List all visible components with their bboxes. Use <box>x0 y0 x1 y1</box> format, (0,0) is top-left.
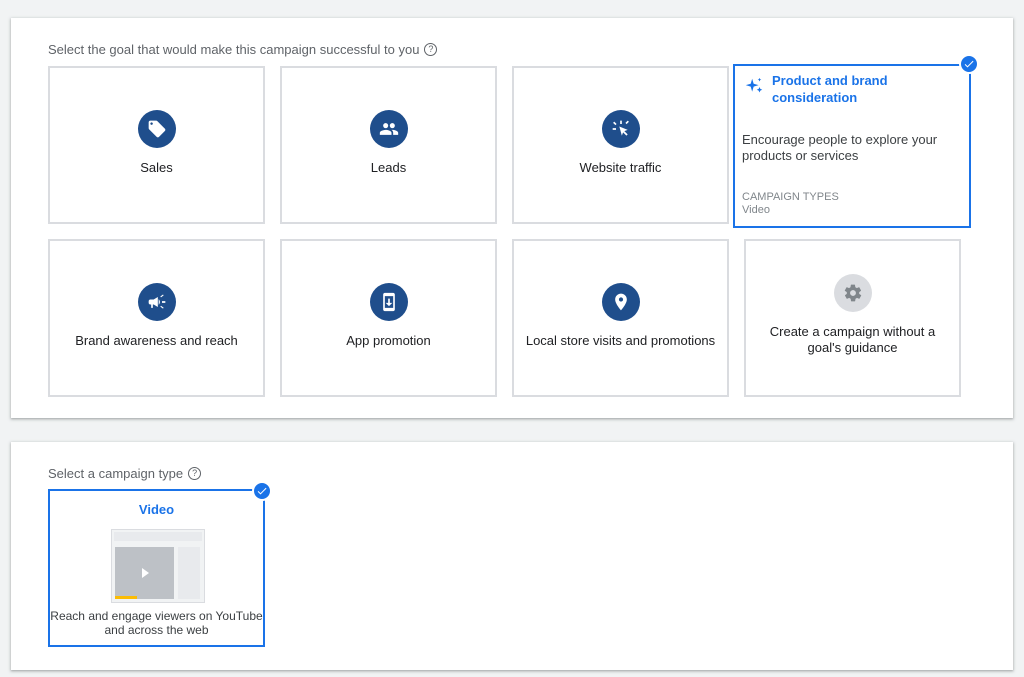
campaign-type-description: Reach and engage viewers on YouTube and … <box>50 609 263 637</box>
video-sidebar <box>178 547 200 599</box>
goal-label: Website traffic <box>579 160 662 175</box>
tag-icon <box>137 110 176 148</box>
goal-card-local-store-visits[interactable]: Local store visits and promotions <box>512 239 729 397</box>
campaign-type-card-video[interactable]: Video Reach and engage viewers on YouTub… <box>48 489 265 647</box>
cursor-click-icon <box>601 110 640 148</box>
video-progress-bar <box>115 596 137 599</box>
location-pin-icon <box>601 283 640 321</box>
goal-label: Brand awareness and reach <box>75 333 238 348</box>
type-section-title-text: Select a campaign type <box>48 466 184 481</box>
campaign-types-label: CAMPAIGN TYPES <box>742 191 839 203</box>
campaign-types-info: CAMPAIGN TYPES Video <box>742 191 839 217</box>
goal-card-product-brand-consideration[interactable]: Product and brand consideration Encourag… <box>733 64 971 228</box>
help-icon[interactable]: ? <box>188 467 202 480</box>
campaign-types-value: Video <box>742 204 770 216</box>
goal-label: Product and brand consideration <box>772 73 888 105</box>
goal-section-title-text: Select the goal that would make this cam… <box>48 42 420 57</box>
goal-card-no-guidance[interactable]: Create a campaign without a goal's guida… <box>744 239 961 397</box>
goal-label: Leads <box>370 160 407 175</box>
goal-card-brand-awareness[interactable]: Brand awareness and reach <box>48 239 265 397</box>
help-icon[interactable]: ? <box>424 43 438 56</box>
goal-card-website-traffic[interactable]: Website traffic <box>512 66 729 224</box>
campaign-type-panel: Select a campaign type ? Video Reach and… <box>11 442 1013 670</box>
goal-label: App promotion <box>346 333 431 348</box>
illustration-top-bar <box>114 532 202 541</box>
goal-label: Sales <box>140 160 173 175</box>
campaign-type-label: Video <box>138 502 175 517</box>
goal-card-sales[interactable]: Sales <box>48 66 265 224</box>
goal-card-leads[interactable]: Leads <box>280 66 497 224</box>
video-player-frame <box>115 547 174 599</box>
goal-label: Create a campaign without a goal's guida… <box>769 324 936 355</box>
play-icon <box>142 568 149 578</box>
sparkle-icon <box>743 76 765 103</box>
video-illustration <box>111 529 205 603</box>
goal-label: Local store visits and promotions <box>525 333 716 348</box>
people-icon <box>369 110 408 148</box>
goal-section-title: Select the goal that would make this cam… <box>48 42 438 57</box>
megaphone-icon <box>137 283 176 321</box>
selected-check-icon <box>252 481 272 501</box>
goal-selection-panel: Select the goal that would make this cam… <box>11 18 1013 418</box>
type-section-title: Select a campaign type ? <box>48 466 202 481</box>
goal-description: Encourage people to explore your product… <box>742 132 938 163</box>
phone-download-icon <box>369 283 408 321</box>
selected-check-icon <box>959 54 979 74</box>
gear-icon <box>833 274 872 312</box>
goal-card-app-promotion[interactable]: App promotion <box>280 239 497 397</box>
